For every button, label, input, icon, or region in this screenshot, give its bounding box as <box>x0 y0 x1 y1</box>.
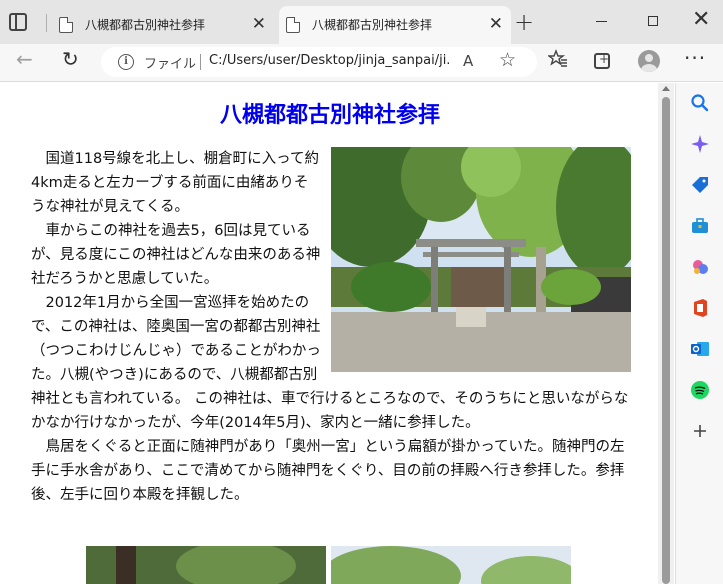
window-close-icon[interactable]: ✕ <box>692 8 710 32</box>
browser-toolbar: ← ↻ i ファイル C:/Users/user/Desktop/jinja_s… <box>0 44 723 82</box>
reload-icon[interactable]: ↻ <box>62 47 79 71</box>
tab-strip: 八槻都都古別神社参拝 ✕ 八槻都都古別神社参拝 ✕ + ✕ <box>0 0 723 44</box>
url-text[interactable]: C:/Users/user/Desktop/jinja_sanpai/ji... <box>209 53 449 68</box>
back-arrow-icon[interactable]: ← <box>16 47 33 71</box>
paragraph: 鳥居をくぐると正面に随神門があり「奥州一宮」という扁額が掛かっていた。随神門の左… <box>31 439 625 503</box>
add-icon[interactable] <box>690 421 710 441</box>
document-icon <box>59 17 73 33</box>
tab-title: 八槻都都古別神社参拝 <box>85 18 206 32</box>
close-tab-icon[interactable]: ✕ <box>489 15 503 33</box>
games-icon[interactable] <box>690 257 710 277</box>
info-icon[interactable]: i <box>118 54 134 70</box>
favorites-icon[interactable] <box>546 49 568 74</box>
collections-icon[interactable] <box>594 52 610 69</box>
office-icon[interactable] <box>690 298 710 318</box>
profile-avatar[interactable] <box>638 50 660 72</box>
shrine-photo-bottom-right <box>331 546 571 584</box>
vertical-scrollbar[interactable] <box>658 83 674 584</box>
outlook-icon[interactable] <box>690 339 710 359</box>
article-body: 国道118号線を北上し、棚倉町に入って約4km走ると左カーブする前面に由緒ありそ… <box>31 147 631 507</box>
page-title: 八槻都都古別神社参拝 <box>219 103 440 128</box>
shopping-tag-icon[interactable] <box>690 175 710 195</box>
copilot-icon[interactable] <box>690 134 710 154</box>
edge-sidebar <box>675 83 723 584</box>
tab-divider <box>46 14 47 32</box>
shrine-photo-bottom-left <box>86 546 326 584</box>
address-bar[interactable]: i ファイル C:/Users/user/Desktop/jinja_sanpa… <box>101 47 537 77</box>
document-icon <box>286 17 300 33</box>
close-tab-icon[interactable]: ✕ <box>252 15 266 33</box>
address-divider <box>200 54 201 70</box>
scrollbar-thumb[interactable] <box>662 97 670 584</box>
more-menu-icon[interactable]: ··· <box>684 46 706 70</box>
tab-title: 八槻都都古別神社参拝 <box>312 18 433 32</box>
add-favorite-icon[interactable]: ☆ <box>499 49 516 71</box>
tab-inactive[interactable]: 八槻都都古別神社参拝 ✕ <box>52 6 274 44</box>
search-icon[interactable] <box>690 93 710 113</box>
tab-active[interactable]: 八槻都都古別神社参拝 ✕ <box>279 6 511 44</box>
new-tab-button[interactable]: + <box>514 10 534 34</box>
shrine-torii-photo <box>331 147 631 372</box>
scroll-up-arrow-icon[interactable] <box>662 86 670 91</box>
spotify-icon[interactable] <box>690 380 710 400</box>
read-aloud-icon[interactable]: A <box>463 52 473 70</box>
page-viewport: 八槻都都古別神社参拝 国道118号線を北上し、棚倉町に入って約4km走ると左カー… <box>0 83 674 584</box>
tab-actions-icon[interactable] <box>9 13 27 31</box>
maximize-icon[interactable] <box>648 16 658 26</box>
minimize-icon[interactable] <box>596 21 607 22</box>
file-scheme-label: ファイル <box>144 57 197 72</box>
tools-icon[interactable] <box>690 216 710 236</box>
